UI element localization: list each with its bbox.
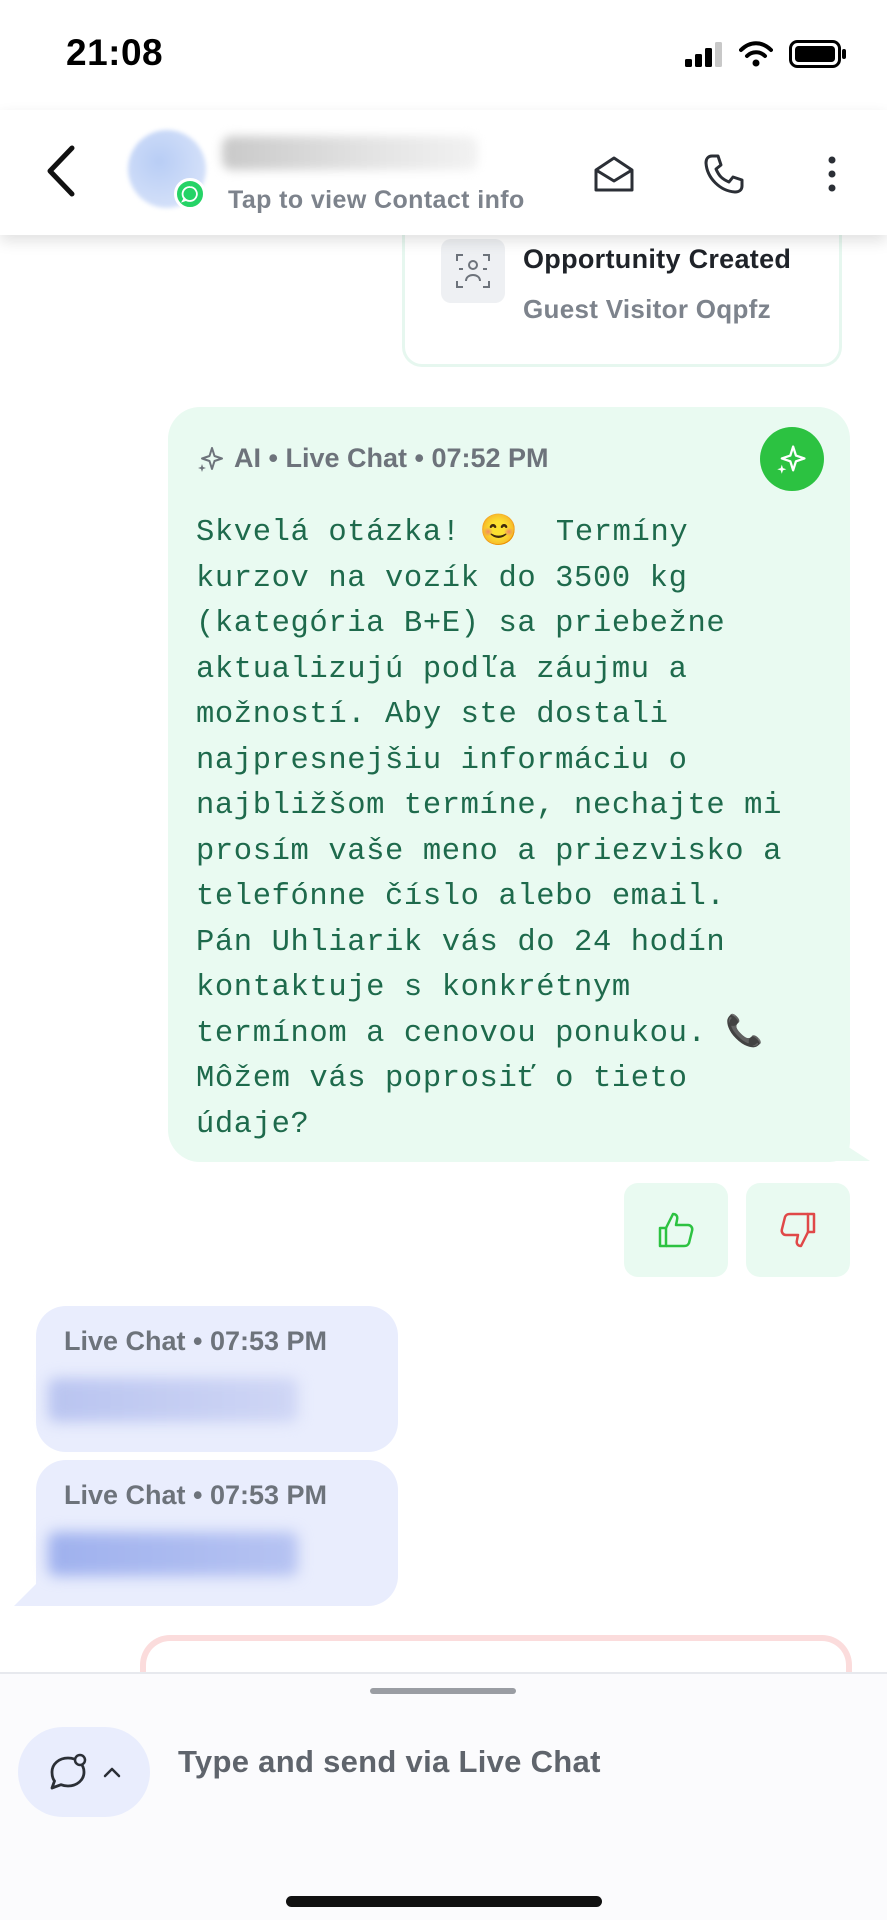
ai-meta-text: AI • Live Chat • 07:52 PM bbox=[234, 443, 549, 473]
chat-header: Tap to view Contact info bbox=[0, 110, 887, 235]
bubble-tail bbox=[14, 1580, 40, 1606]
message-input[interactable]: Type and send via Live Chat bbox=[178, 1744, 601, 1780]
back-button[interactable] bbox=[42, 144, 82, 198]
composer: Type and send via Live Chat bbox=[0, 1672, 887, 1920]
opportunity-contact: Guest Visitor Oqpfz bbox=[523, 294, 771, 324]
thumbs-down-icon bbox=[780, 1212, 816, 1248]
drag-handle[interactable] bbox=[370, 1688, 516, 1694]
bubble-tail bbox=[830, 1135, 870, 1161]
chat-bubble-icon bbox=[50, 1753, 87, 1790]
sparkles-icon bbox=[198, 446, 223, 472]
thumbs-up-icon bbox=[658, 1212, 694, 1248]
more-vertical-icon bbox=[828, 156, 836, 192]
sparkles-icon bbox=[777, 445, 806, 474]
ai-assist-button[interactable] bbox=[760, 427, 824, 491]
back-arrow-icon bbox=[47, 145, 75, 197]
contact-name-redacted[interactable] bbox=[222, 136, 478, 170]
redacted-message-text bbox=[48, 1532, 298, 1576]
chevron-up-icon bbox=[103, 1767, 121, 1778]
battery-icon bbox=[789, 40, 846, 68]
opportunity-card[interactable]: Opportunity Created Guest Visitor Oqpfz bbox=[402, 235, 842, 367]
more-options-button[interactable] bbox=[808, 150, 856, 198]
channel-selector-button[interactable] bbox=[18, 1727, 150, 1817]
phone-icon bbox=[704, 154, 744, 194]
incoming-message-bubble[interactable]: Live Chat • 07:53 PM bbox=[36, 1460, 398, 1606]
chat-thread[interactable]: Opportunity Created Guest Visitor Oqpfz … bbox=[0, 235, 887, 1675]
ai-message-meta: AI • Live Chat • 07:52 PM bbox=[196, 443, 549, 474]
message-card-partial[interactable] bbox=[140, 1635, 852, 1675]
ai-message-bubble[interactable]: AI • Live Chat • 07:52 PM Skvelá otázka!… bbox=[168, 407, 850, 1162]
signal-icon bbox=[685, 42, 722, 67]
status-icons bbox=[685, 40, 847, 68]
whatsapp-icon bbox=[174, 178, 206, 210]
contact-info-link[interactable]: Tap to view Contact info bbox=[228, 186, 525, 215]
opportunity-title: Opportunity Created bbox=[523, 244, 792, 274]
thumbs-up-button[interactable] bbox=[624, 1183, 728, 1277]
status-time: 21:08 bbox=[66, 32, 164, 73]
home-indicator bbox=[286, 1896, 602, 1907]
opportunity-icon bbox=[441, 239, 505, 303]
wifi-icon bbox=[739, 41, 773, 67]
thumbs-down-button[interactable] bbox=[746, 1183, 850, 1277]
incoming-message-meta: Live Chat • 07:53 PM bbox=[64, 1480, 328, 1510]
call-button[interactable] bbox=[700, 150, 748, 198]
incoming-message-bubble[interactable]: Live Chat • 07:53 PM bbox=[36, 1306, 398, 1452]
ai-message-text: Skvelá otázka! 😊 Termíny kurzov na vozík… bbox=[196, 516, 782, 1142]
email-icon bbox=[594, 156, 634, 192]
incoming-message-meta: Live Chat • 07:53 PM bbox=[64, 1326, 328, 1356]
email-button[interactable] bbox=[590, 150, 638, 198]
redacted-message-text bbox=[48, 1378, 298, 1422]
